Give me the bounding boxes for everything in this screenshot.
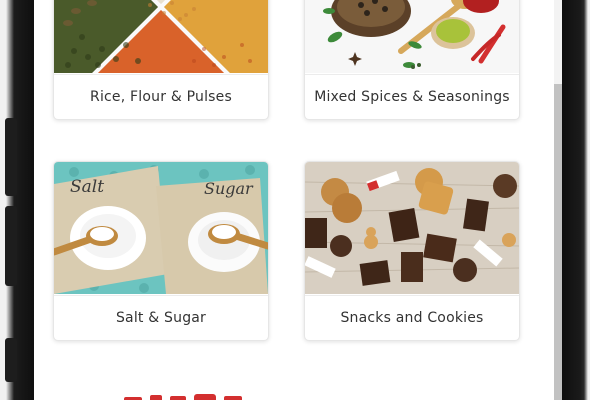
volume-up-button: [5, 118, 17, 196]
phone-frame: Rice, Flour & Pulses Mixed Spices & Seas…: [0, 0, 590, 400]
grains-image: [54, 0, 268, 73]
category-card-rice-flour-pulses[interactable]: Rice, Flour & Pulses: [53, 0, 269, 120]
salt-sugar-image: Salt Sugar: [54, 162, 268, 294]
phone-right-bezel: [562, 0, 590, 400]
scrollbar-thumb[interactable]: [554, 84, 562, 400]
sugar-text: Sugar: [204, 179, 254, 198]
category-card-mixed-spices[interactable]: Mixed Spices & Seasonings: [304, 0, 520, 120]
phone-left-bezel: [0, 0, 34, 400]
partial-red-banner: [124, 394, 242, 400]
salt-text: Salt: [70, 177, 104, 197]
category-card-snacks-cookies[interactable]: Snacks and Cookies: [304, 161, 520, 341]
snacks-image: [305, 162, 519, 294]
category-screen: Rice, Flour & Pulses Mixed Spices & Seas…: [34, 0, 562, 400]
category-label: Mixed Spices & Seasonings: [305, 74, 519, 119]
category-label: Snacks and Cookies: [305, 295, 519, 340]
category-card-salt-sugar[interactable]: Salt Sugar Salt & Sugar: [53, 161, 269, 341]
scrollbar[interactable]: [554, 0, 562, 400]
side-button: [5, 338, 17, 382]
spices-image: [305, 0, 519, 73]
volume-down-button: [5, 206, 17, 286]
category-label: Rice, Flour & Pulses: [54, 74, 268, 119]
category-label: Salt & Sugar: [54, 295, 268, 340]
